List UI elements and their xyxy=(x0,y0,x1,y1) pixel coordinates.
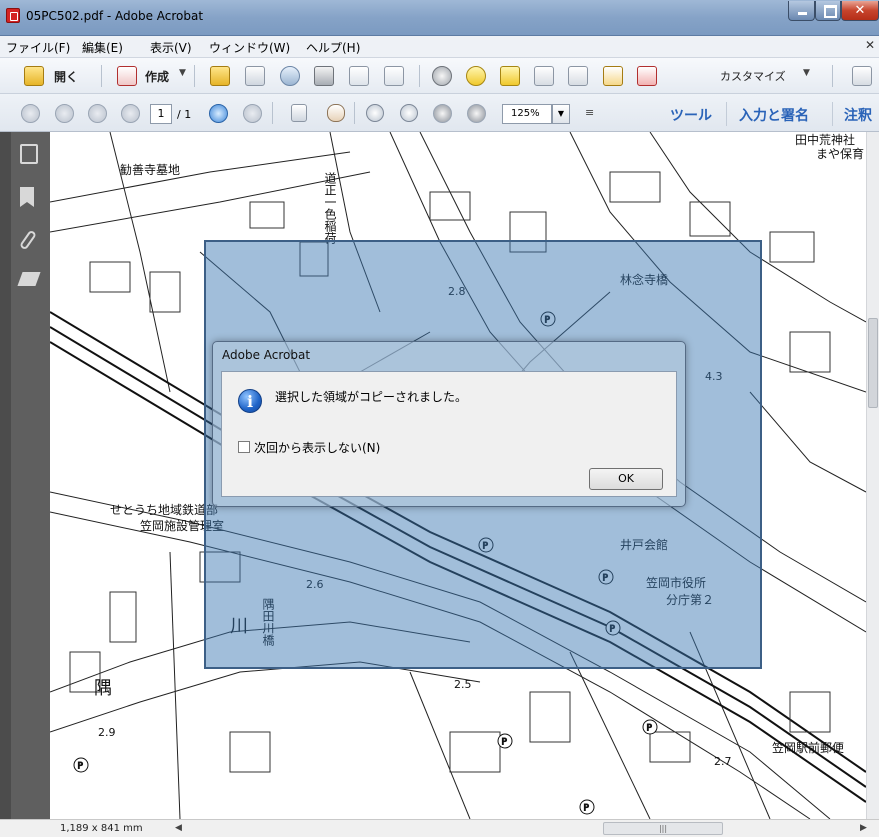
close-button[interactable]: ✕ xyxy=(841,1,879,21)
toolbar-divider xyxy=(101,65,102,87)
expand-icon[interactable] xyxy=(852,66,872,86)
map-label-shrine: 田中荒神社 xyxy=(795,132,855,147)
ok-button[interactable]: OK xyxy=(589,468,663,490)
map-label-sumi: 隅 xyxy=(94,678,112,699)
vertical-scroll-thumb[interactable] xyxy=(868,318,878,408)
zoom-out-icon[interactable] xyxy=(433,104,452,123)
first-page-icon[interactable] xyxy=(21,104,40,123)
vertical-scrollbar[interactable] xyxy=(866,132,879,819)
signatures-icon[interactable] xyxy=(17,272,41,286)
comment-pane-button[interactable]: 注釈 xyxy=(844,105,872,125)
menu-file[interactable]: ファイル(F) xyxy=(6,39,70,56)
create-button-label[interactable]: 作成 xyxy=(145,68,169,85)
elevation-2-9: 2.9 xyxy=(98,726,116,739)
toolbar-divider xyxy=(272,102,273,124)
page-number-input[interactable]: 1 xyxy=(150,104,172,124)
cloud-upload-icon[interactable] xyxy=(280,66,300,86)
previous-view-icon[interactable] xyxy=(209,104,228,123)
parking-glyph: P xyxy=(647,724,653,734)
dynamic-zoom-icon[interactable] xyxy=(400,104,418,122)
menu-view[interactable]: 表示(V) xyxy=(150,39,192,56)
open-folder-icon[interactable] xyxy=(24,66,44,86)
next-page-icon[interactable] xyxy=(88,104,107,123)
scroll-right-icon[interactable]: ▶ xyxy=(860,823,867,833)
bookmarks-icon[interactable] xyxy=(20,187,34,207)
parking-glyph: P xyxy=(584,804,590,814)
map-label-post-office: 笠岡駅前郵便 xyxy=(772,740,844,755)
dialog-body: i 選択した領域がコピーされました。 次回から表示しない(N) OK xyxy=(221,371,677,497)
dont-show-again-checkbox[interactable] xyxy=(238,441,250,453)
parking-glyph: P xyxy=(78,762,84,772)
scroll-left-icon[interactable]: ◀ xyxy=(175,823,182,833)
toolbar-divider xyxy=(832,65,833,87)
zoom-in-icon[interactable] xyxy=(467,104,486,123)
dont-show-again-label[interactable]: 次回から表示しない(N) xyxy=(254,439,380,456)
compare-icon[interactable] xyxy=(568,66,588,86)
sign-icon[interactable] xyxy=(637,66,657,86)
horizontal-scroll-thumb[interactable]: ||| xyxy=(603,822,723,835)
create-dropdown-icon[interactable]: ▼ xyxy=(179,68,186,78)
zoom-dropdown-icon[interactable]: ▼ xyxy=(552,104,570,124)
elevation-2-5: 2.5 xyxy=(454,678,472,691)
edit-icon[interactable] xyxy=(349,66,369,86)
last-page-icon[interactable] xyxy=(121,104,140,123)
next-view-icon[interactable] xyxy=(243,104,262,123)
close-icon: ✕ xyxy=(854,3,866,18)
minimize-button[interactable] xyxy=(788,1,815,21)
copy-confirmation-dialog: Adobe Acrobat i 選択した領域がコピーされました。 次回から表示し… xyxy=(212,341,686,507)
navigation-pane-strip xyxy=(0,132,11,819)
toolbar-divider xyxy=(726,102,727,126)
maximize-button[interactable] xyxy=(815,1,841,21)
menu-edit[interactable]: 編集(E) xyxy=(82,39,123,56)
parking-glyph: P xyxy=(502,738,508,748)
map-label-inari: 道正一色稲荷 xyxy=(323,172,337,244)
status-bar: 1,189 x 841 mm ◀ ||| ▶ xyxy=(0,819,879,837)
page-size-readout: 1,189 x 841 mm xyxy=(60,823,143,834)
more-tools-icon[interactable]: ≡ xyxy=(585,106,594,119)
acrobat-app-icon xyxy=(6,8,20,23)
stamp-icon[interactable] xyxy=(534,66,554,86)
previous-page-icon[interactable] xyxy=(55,104,74,123)
customize-button[interactable]: カスタマイズ xyxy=(720,68,786,84)
customize-dropdown-icon[interactable]: ▼ xyxy=(803,68,810,78)
navigation-pane xyxy=(0,132,50,819)
toolbar-divider xyxy=(194,65,195,87)
print-icon[interactable] xyxy=(314,66,334,86)
window-title: 05PC502.pdf - Adobe Acrobat xyxy=(26,9,204,23)
elevation-2-7: 2.7 xyxy=(714,755,732,768)
menu-window[interactable]: ウィンドウ(W) xyxy=(209,39,290,56)
export-icon[interactable] xyxy=(603,66,623,86)
toolbar-divider xyxy=(354,102,355,124)
map-label-nursery: まや保育 xyxy=(816,146,864,161)
toolbar-divider xyxy=(832,102,833,126)
highlight-icon[interactable] xyxy=(500,66,520,86)
fill-sign-pane-button[interactable]: 入力と署名 xyxy=(739,105,809,125)
dialog-message: 選択した領域がコピーされました。 xyxy=(275,390,468,404)
marquee-zoom-icon[interactable] xyxy=(366,104,384,122)
menu-help[interactable]: ヘルプ(H) xyxy=(306,39,360,56)
title-bar: 05PC502.pdf - Adobe Acrobat ✕ xyxy=(0,0,879,36)
open-button-label[interactable]: 開く xyxy=(54,68,78,85)
page-thumbnails-icon[interactable] xyxy=(20,144,38,164)
hand-tool-icon[interactable] xyxy=(327,104,345,122)
main-toolbar: 開く 作成 ▼ カスタマイズ ▼ xyxy=(0,58,879,94)
menu-bar: ファイル(F) 編集(E) 表示(V) ウィンドウ(W) ヘルプ(H) ✕ xyxy=(0,36,879,58)
folder-up-icon[interactable] xyxy=(210,66,230,86)
document-close-icon[interactable]: ✕ xyxy=(865,38,875,52)
save-icon[interactable] xyxy=(245,66,265,86)
select-cursor-icon[interactable] xyxy=(291,104,307,122)
attachments-icon[interactable] xyxy=(18,229,38,251)
email-icon[interactable] xyxy=(384,66,404,86)
gear-icon[interactable] xyxy=(432,66,452,86)
create-pdf-icon[interactable] xyxy=(117,66,137,86)
tools-pane-button[interactable]: ツール xyxy=(670,105,712,125)
page-total: / 1 xyxy=(177,108,192,121)
dialog-title: Adobe Acrobat xyxy=(222,348,311,362)
info-icon: i xyxy=(238,389,262,413)
comment-icon[interactable] xyxy=(466,66,486,86)
zoom-input[interactable]: 125% xyxy=(502,104,552,124)
map-label-temple-cemetery: 勧善寺墓地 xyxy=(120,162,180,177)
map-label-railway-dept: せとうち地域鉄道部 xyxy=(110,502,218,517)
toolbar-divider xyxy=(419,65,420,87)
